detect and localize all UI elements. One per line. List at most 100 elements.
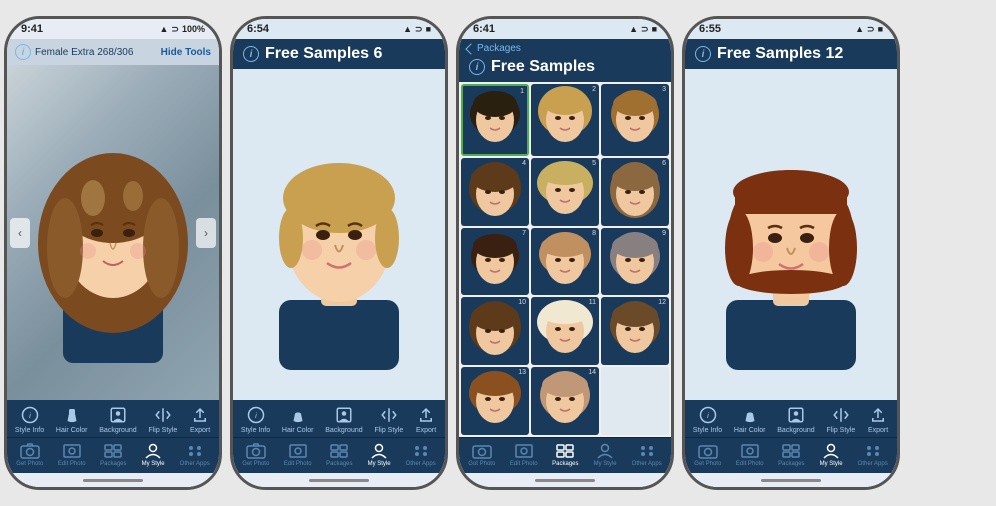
tab-get-photo-4[interactable]: Get Photo: [694, 442, 721, 467]
grid-face-4: [465, 158, 525, 226]
tab4-label-2: Edit Photo: [736, 461, 764, 467]
tab-edit-photo-1[interactable]: Edit Photo: [58, 442, 86, 467]
grid-face-14: [535, 367, 595, 435]
tab-get-photo-2[interactable]: Get Photo: [242, 442, 269, 467]
info-toolbar-icon-1: i: [19, 405, 41, 425]
toolbar-style-info-4[interactable]: i Style Info: [693, 405, 722, 434]
camera-icon-2: [244, 442, 268, 460]
tab3-label-2: Edit Photo: [510, 461, 538, 467]
tab-other-apps-1[interactable]: Other Apps: [180, 442, 210, 467]
toolbar-flip-4[interactable]: Flip Style: [826, 405, 855, 434]
grid-item-4[interactable]: 4: [461, 158, 529, 226]
grid-face-5: [535, 158, 595, 226]
tab2-label-1: Get Photo: [242, 461, 269, 467]
grid-item-6[interactable]: 6: [601, 158, 669, 226]
tab-edit-photo-2[interactable]: Edit Photo: [284, 442, 312, 467]
tab2-label-4: My Style: [368, 461, 391, 467]
tab4-label-1: Get Photo: [694, 461, 721, 467]
tab-edit-photo-4[interactable]: Edit Photo: [736, 442, 764, 467]
grid-item-13[interactable]: 13: [461, 367, 529, 435]
grid-item-empty: [601, 367, 669, 435]
tab-other-apps-2[interactable]: Other Apps: [406, 442, 436, 467]
info-icon-2[interactable]: i: [243, 46, 259, 62]
info-icon-t4: i: [697, 405, 719, 425]
toolbar-hair-color-2[interactable]: Hair Color: [282, 405, 314, 434]
toolbar-hair-color-4[interactable]: Hair Color: [734, 405, 766, 434]
svg-text:i: i: [255, 411, 257, 420]
back-nav-3[interactable]: Packages: [459, 39, 671, 56]
toolbar-flip-2[interactable]: Flip Style: [374, 405, 403, 434]
tab-my-style-3[interactable]: My Style: [593, 442, 617, 467]
tab-label-1: Get Photo: [16, 461, 43, 467]
info-icon-3[interactable]: i: [469, 59, 485, 75]
tab-edit-photo-3[interactable]: Edit Photo: [510, 442, 538, 467]
tab-label-2: Edit Photo: [58, 461, 86, 467]
phone-2: 6:54 ▲ ⊃ ■ i Free Samples 6: [230, 16, 448, 490]
bucket-icon-4: [739, 405, 761, 425]
status-icons-1: ▲ ⊃ 100%: [160, 24, 206, 35]
tab-other-apps-4[interactable]: Other Apps: [858, 442, 888, 467]
phone-3-screen: 6:41 ▲ ⊃ ■ Packages i Free Samples 1: [459, 19, 671, 487]
grid-item-9[interactable]: 9: [601, 228, 669, 296]
grid-face-10: [465, 297, 525, 365]
tab3-label-4: My Style: [594, 461, 617, 467]
hide-tools-btn[interactable]: Hide Tools: [161, 47, 211, 58]
tab-packages-1[interactable]: Packages: [100, 442, 126, 467]
phone-1-screen: 9:41 ▲ ⊃ 100% i Female Extra 268/306 Hid…: [7, 19, 219, 487]
phone-1: 9:41 ▲ ⊃ 100% i Female Extra 268/306 Hid…: [4, 16, 222, 490]
nav-left-1[interactable]: ‹: [10, 218, 30, 248]
toolbar-style-info-2[interactable]: i Style Info: [241, 405, 270, 434]
info-icon-4[interactable]: i: [695, 46, 711, 62]
toolbar-background-2[interactable]: Background: [325, 405, 362, 434]
time-2: 6:54: [247, 23, 269, 35]
battery-icon-2: ■: [426, 24, 431, 34]
tab-packages-2[interactable]: Packages: [326, 442, 352, 467]
person-icon-2: [367, 442, 391, 460]
toolbar-export-4[interactable]: Export: [867, 405, 889, 434]
nav-right-1[interactable]: ›: [196, 218, 216, 248]
grid-face-2: [535, 86, 595, 154]
toolbar-style-info-1[interactable]: i Style Info: [15, 405, 44, 434]
grid-face-6: [605, 158, 665, 226]
person-icon-4: [819, 442, 843, 460]
home-bar-2: [309, 479, 369, 482]
info-icon-1[interactable]: i: [15, 44, 31, 60]
toolbar-background-1[interactable]: Background: [99, 405, 136, 434]
t4-label-1: Style Info: [693, 427, 722, 434]
portrait-icon-2: [333, 405, 355, 425]
grid-item-3[interactable]: 3: [601, 84, 669, 156]
flip-icon-2: [378, 405, 400, 425]
grid-item-12[interactable]: 12: [601, 297, 669, 365]
toolbar-hair-color-1[interactable]: Hair Color: [56, 405, 88, 434]
share-icon-4: [867, 405, 889, 425]
grid-item-2[interactable]: 2: [531, 84, 599, 156]
grid-item-1[interactable]: 1: [461, 84, 529, 156]
tab-get-photo-1[interactable]: Get Photo: [16, 442, 43, 467]
grid-item-14[interactable]: 14: [531, 367, 599, 435]
grid-item-11[interactable]: 11: [531, 297, 599, 365]
grid-item-8[interactable]: 8: [531, 228, 599, 296]
grid-item-10[interactable]: 10: [461, 297, 529, 365]
grid-item-5[interactable]: 5: [531, 158, 599, 226]
tab-my-style-2[interactable]: My Style: [367, 442, 391, 467]
toolbar-background-4[interactable]: Background: [777, 405, 814, 434]
signal-icon-2: ▲: [403, 24, 412, 34]
tab-packages-4[interactable]: Packages: [778, 442, 804, 467]
tab-got-photo-3[interactable]: Got Photo: [468, 442, 495, 467]
tab-packages-3[interactable]: Packages: [552, 442, 578, 467]
signal-icon-4: ▲: [855, 24, 864, 34]
tab-label-3: Packages: [100, 461, 126, 467]
toolbar-export-1[interactable]: Export: [189, 405, 211, 434]
tab-label-4: My Style: [142, 461, 165, 467]
toolbar-flip-1[interactable]: Flip Style: [148, 405, 177, 434]
grid-item-7[interactable]: 7: [461, 228, 529, 296]
toolbar-export-2[interactable]: Export: [415, 405, 437, 434]
tab-my-style-1[interactable]: My Style: [141, 442, 165, 467]
packages-icon-1: [101, 442, 125, 460]
tab-my-style-4[interactable]: My Style: [819, 442, 843, 467]
home-indicator-4: [685, 473, 897, 487]
wifi-icon-4: ⊃: [867, 24, 875, 35]
status-icons-3: ▲ ⊃ ■: [629, 24, 657, 35]
tab-other-apps-3[interactable]: Other Apps: [632, 442, 662, 467]
phone-4: 6:55 ▲ ⊃ ■ i Free Samples 12: [682, 16, 900, 490]
